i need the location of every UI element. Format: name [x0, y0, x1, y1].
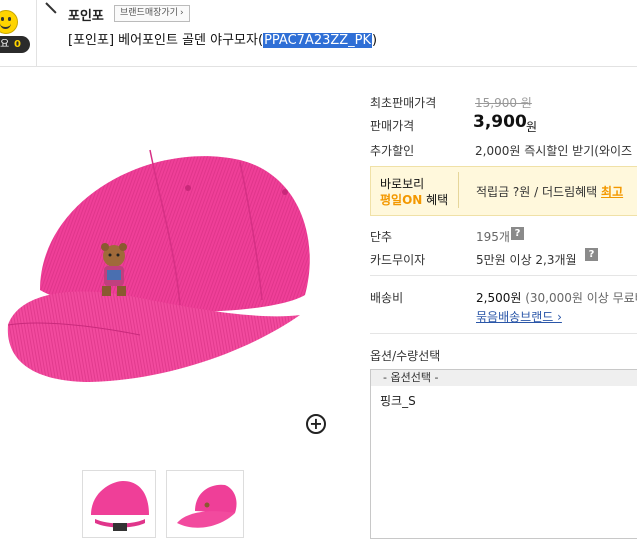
help-icon[interactable]: ? — [511, 227, 524, 240]
original-price-value: 15,900 원 — [475, 96, 532, 110]
sale-price-value: 3,900 — [473, 112, 527, 132]
chevron-right-icon: › — [179, 8, 184, 18]
unit-label: 단추 — [370, 230, 393, 244]
extra-discount-label: 추가할인 — [370, 144, 415, 158]
thumbnail-side-view[interactable] — [166, 470, 244, 538]
option-section-label: 옵션/수량선택 — [370, 349, 441, 363]
divider — [370, 275, 637, 276]
like-counter-badge[interactable]: 요 0 — [0, 36, 30, 53]
help-icon[interactable]: ? — [585, 248, 598, 261]
bundle-brand-link[interactable]: 묶음배송브랜드 › — [476, 308, 562, 325]
promo-divider — [458, 172, 459, 208]
shipping-note: (30,000원 이상 무료배 — [521, 291, 637, 305]
divider — [370, 333, 637, 334]
option-select-placeholder[interactable]: - 옵션선택 - — [371, 370, 637, 386]
promo-link[interactable]: 최고 — [601, 185, 623, 199]
extra-discount-value[interactable]: 2,000원 즉시할인 받기(와이즈 — [475, 142, 632, 159]
counter-prefix: 요 — [0, 39, 10, 50]
counter-value: 0 — [14, 39, 21, 50]
product-title: [포인포] 베어포인트 골덴 야구모자(PPAC7A23ZZ_PK) — [68, 29, 377, 48]
product-title-suffix: ) — [372, 33, 378, 48]
promo-subtitle-rest: 혜택 — [422, 193, 449, 207]
promo-text: 적립금 ?원 / 더드림혜택 — [476, 185, 602, 199]
product-title-text: [포인포] 베어포인트 골덴 야구모자( — [68, 33, 264, 48]
promo-title: 바로보리 — [380, 177, 425, 191]
option-item[interactable]: 핑크_S — [380, 392, 416, 409]
promo-highlight: 평일ON — [380, 193, 423, 207]
promo-description: 적립금 ?원 / 더드림혜택 최고 — [476, 183, 623, 200]
brand-store-label: 브랜드매장가기 — [120, 8, 178, 18]
zoom-in-icon[interactable]: + — [306, 414, 326, 434]
sale-price-label: 판매가격 — [370, 119, 415, 133]
unit-value: 195개 — [476, 230, 510, 244]
brand-store-button[interactable]: 브랜드매장가기 › — [114, 5, 190, 22]
card-installment-value: 5만원 이상 2,3개월 — [476, 253, 577, 267]
shipping-label: 배송비 — [370, 291, 404, 305]
brand-name[interactable]: 포인포 — [68, 5, 104, 24]
product-code: PPAC7A23ZZ_PK — [263, 33, 373, 48]
card-installment-label: 카드무이자 — [370, 253, 426, 267]
header-divider — [36, 0, 37, 66]
product-main-image[interactable] — [0, 120, 320, 400]
original-price-label: 최초판매가격 — [370, 96, 437, 110]
shipping-cost: 2,500원 — [476, 291, 522, 305]
shipping-value: 2,500원 (30,000원 이상 무료배 — [476, 289, 637, 306]
sale-price-unit: 원 — [526, 120, 538, 134]
thumbnail-back-view[interactable] — [82, 470, 156, 538]
promo-subtitle: 평일ON 혜택 — [380, 191, 448, 208]
